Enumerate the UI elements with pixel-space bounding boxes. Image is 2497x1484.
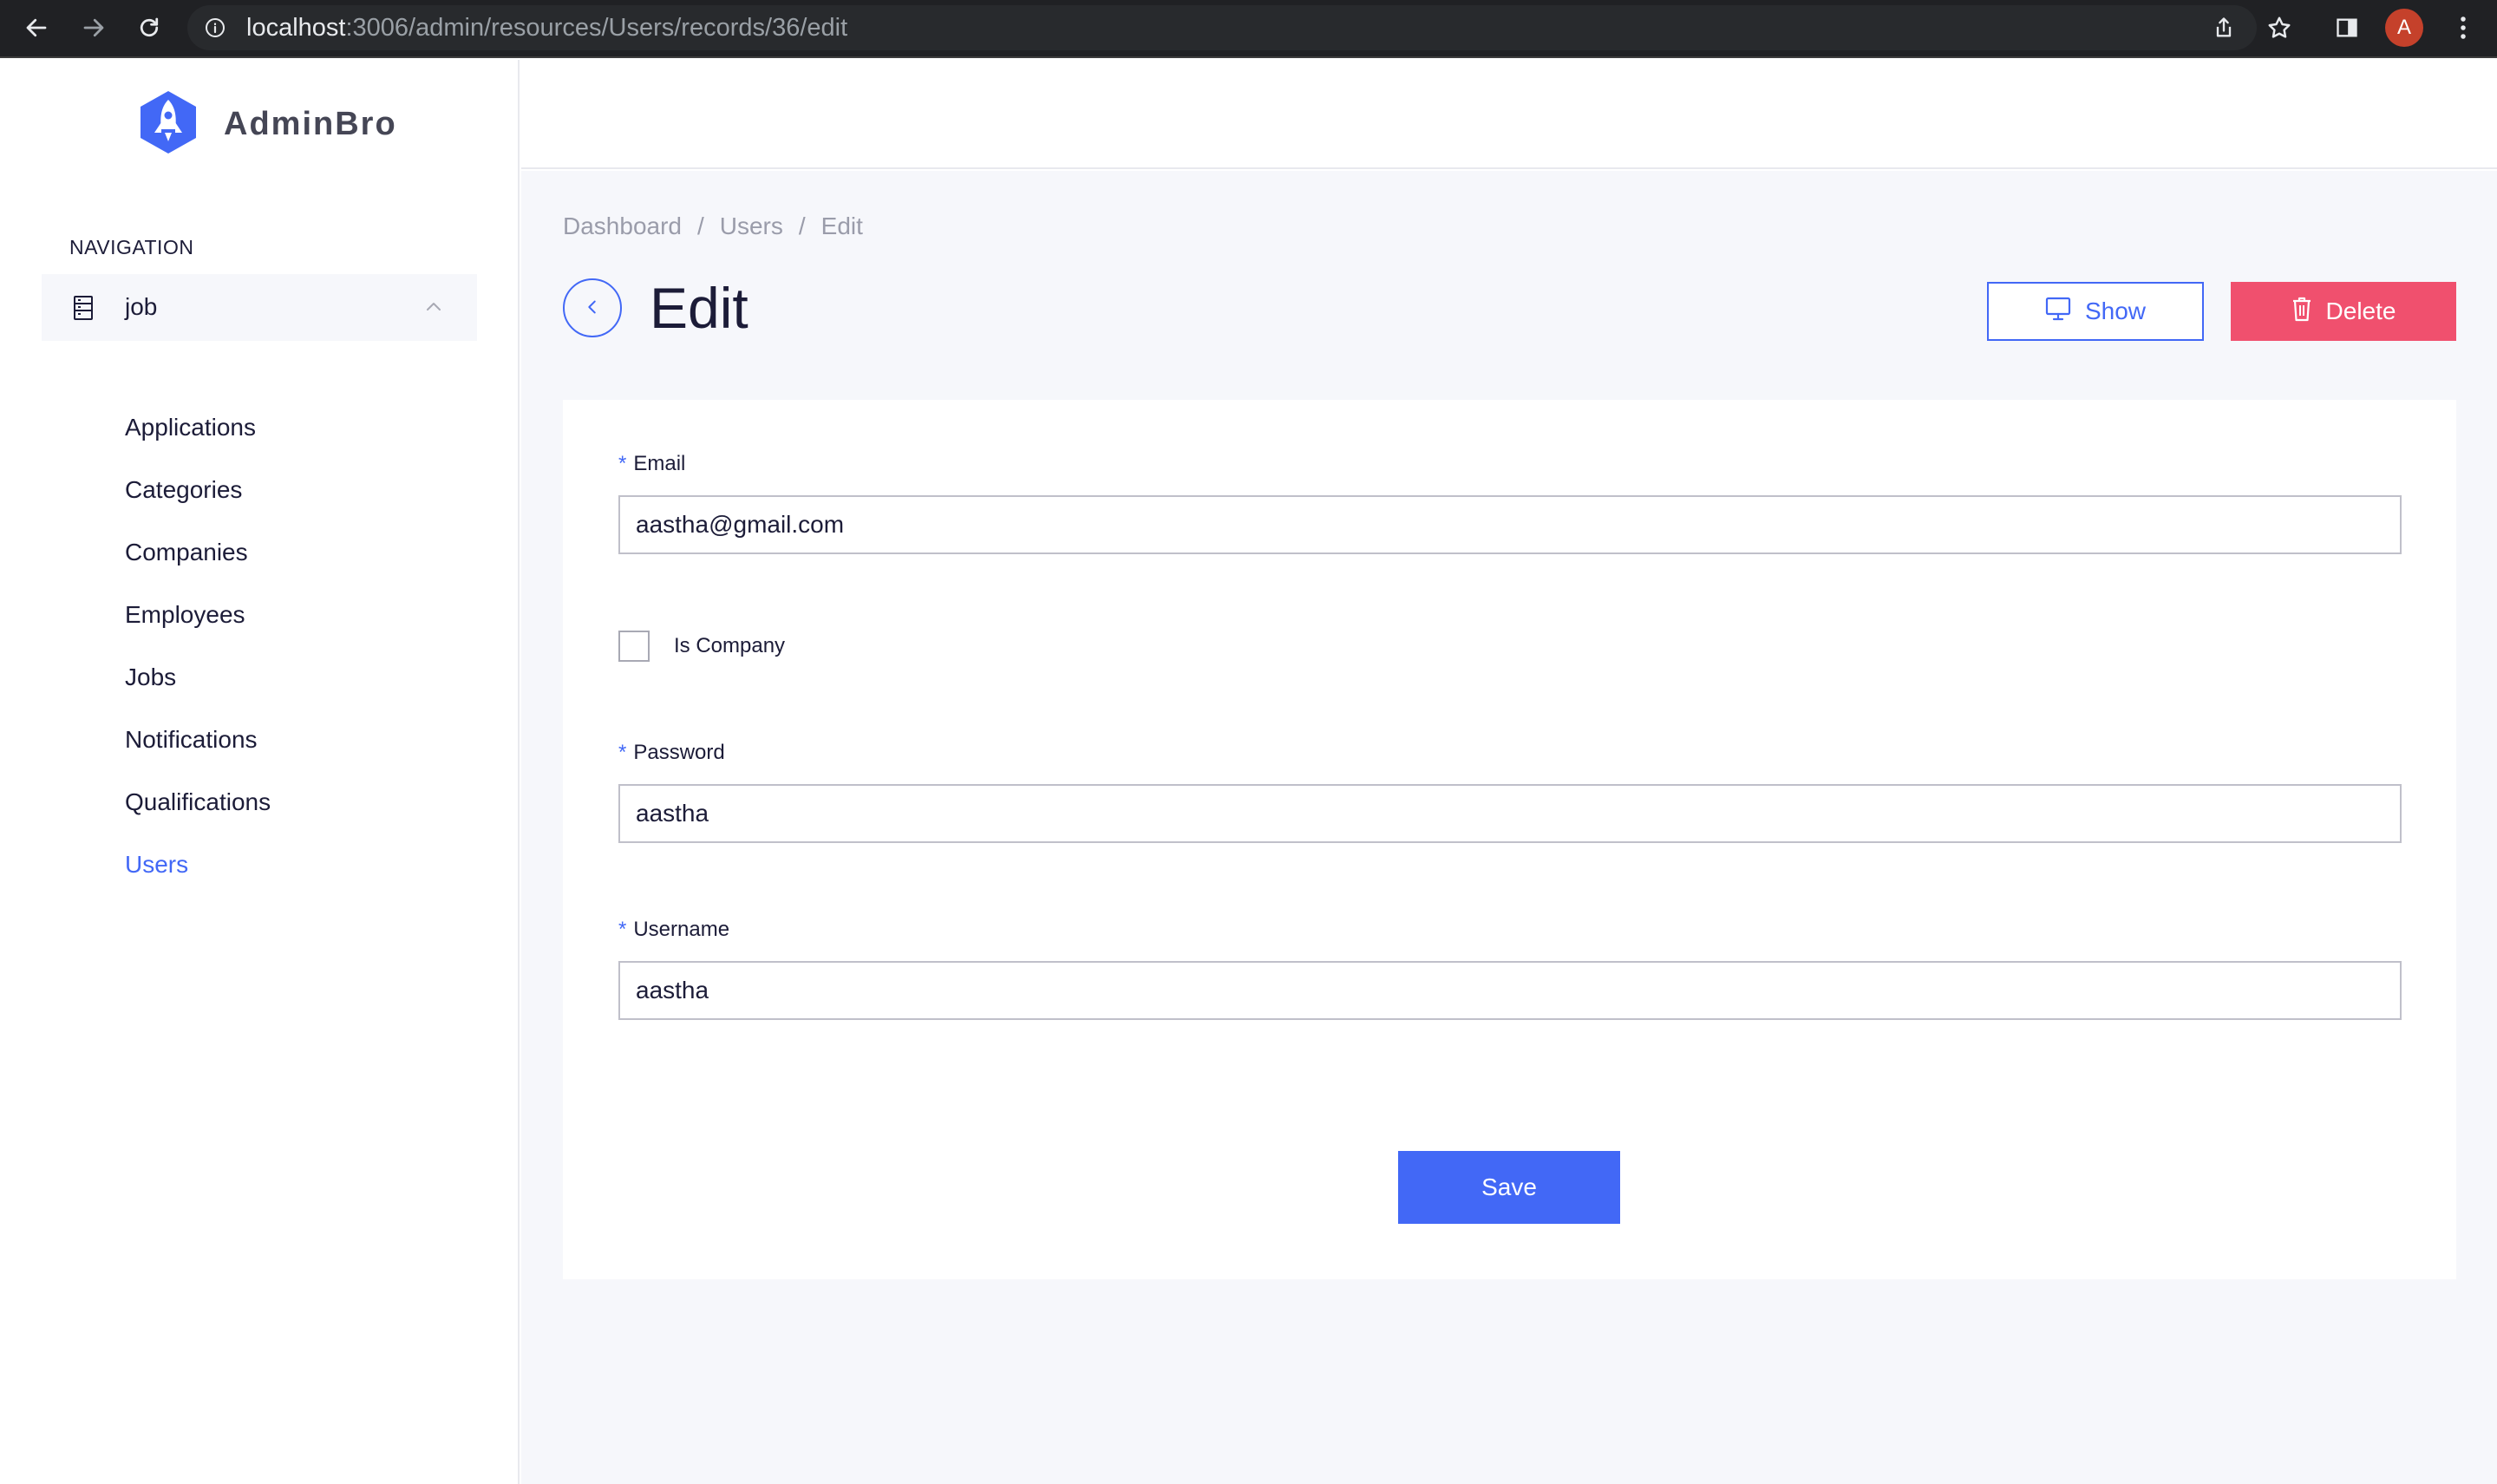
is-company-checkbox[interactable] [618,631,650,662]
required-mark: * [618,452,627,475]
url-text: localhost:3006/admin/resources/Users/rec… [246,14,848,42]
chevron-left-icon [583,297,602,319]
show-button[interactable]: Show [1987,282,2204,341]
delete-button-label: Delete [2325,297,2396,324]
page-title: Edit [650,276,748,340]
breadcrumb-separator: / [798,212,806,239]
sidebar-item-employees[interactable]: Employees [125,601,271,667]
required-mark: * [618,918,627,941]
top-bar [521,60,2497,169]
back-button[interactable] [563,278,622,337]
chevron-up-icon[interactable] [423,297,444,322]
share-icon[interactable] [2206,10,2241,45]
sidebar-item-categories[interactable]: Categories [125,476,271,542]
reload-icon[interactable] [132,10,167,45]
breadcrumb-separator: / [696,212,704,239]
is-company-label[interactable]: Is Company [674,634,785,658]
email-label: * Email [618,452,686,475]
username-field[interactable] [618,961,2402,1020]
sidebar: AdminBro NAVIGATION job Applications Cat… [0,60,520,1484]
password-field[interactable] [618,784,2402,843]
breadcrumb-users[interactable]: Users [720,212,783,240]
nav-list: Applications Categories Companies Employ… [125,414,271,917]
kebab-menu-icon[interactable] [2446,10,2481,45]
trash-icon [2291,296,2312,328]
sidebar-item-applications[interactable]: Applications [125,414,271,480]
nav-heading: NAVIGATION [69,236,194,258]
back-arrow-icon[interactable] [19,10,54,45]
side-panel-icon[interactable] [2330,10,2364,45]
logo[interactable]: AdminBro [134,88,397,161]
email-field[interactable] [618,495,2402,554]
edit-form: *Email Is Company *Password *Username Sa… [563,400,2456,1279]
breadcrumb: Dashboard / Users / Edit [563,212,863,240]
password-label: * Password [618,741,725,764]
sidebar-item-notifications[interactable]: Notifications [125,726,271,792]
breadcrumb-dashboard[interactable]: Dashboard [563,212,682,240]
main-content: Dashboard / Users / Edit Edit Show Delet… [521,171,2497,1484]
database-icon [73,295,94,325]
logo-text: AdminBro [224,106,397,142]
address-bar[interactable]: localhost:3006/admin/resources/Users/rec… [187,5,2257,50]
delete-button[interactable]: Delete [2231,282,2456,341]
forward-arrow-icon[interactable] [76,10,111,45]
browser-toolbar: localhost:3006/admin/resources/Users/rec… [0,0,2497,58]
nav-group-label: job [125,293,158,320]
show-button-label: Show [2084,297,2147,324]
star-icon[interactable] [2262,10,2297,45]
sidebar-item-jobs[interactable]: Jobs [125,664,271,729]
sidebar-item-users[interactable]: Users [125,851,271,917]
nav-group-job[interactable]: job [42,274,477,341]
monitor-icon [2045,297,2071,327]
username-label: * Username [618,918,730,941]
sidebar-item-qualifications[interactable]: Qualifications [125,788,271,854]
save-button[interactable]: Save [1398,1151,1620,1224]
rocket-icon [134,88,203,161]
breadcrumb-edit: Edit [820,212,863,239]
profile-avatar[interactable]: A [2385,9,2423,47]
info-icon[interactable] [205,17,226,38]
required-mark: * [618,741,627,764]
sidebar-item-companies[interactable]: Companies [125,539,271,605]
